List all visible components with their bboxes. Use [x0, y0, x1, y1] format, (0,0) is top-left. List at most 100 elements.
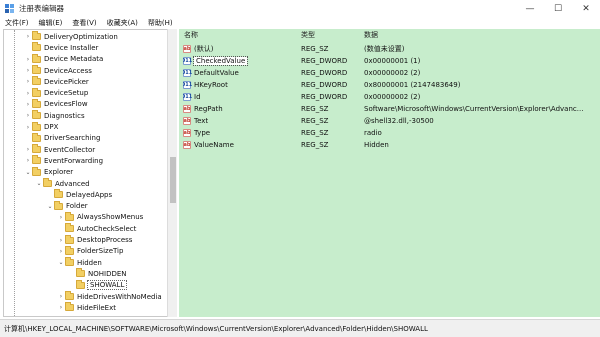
- folder-icon: [32, 144, 41, 154]
- value-row[interactable]: ab RegPath REG_SZ Software\Microsoft\Window…: [179, 103, 600, 115]
- value-type: REG_SZ: [301, 105, 329, 113]
- tree-item[interactable]: ⌄ Advanced: [35, 178, 90, 189]
- tree-item[interactable]: ⌄ Hidden: [57, 257, 102, 268]
- value-data: 0x00000002 (2): [364, 93, 421, 101]
- value-name: DefaultValue: [194, 69, 239, 77]
- value-name-cell: ab Type: [183, 127, 299, 139]
- tree-item[interactable]: › HideFileExt: [57, 302, 116, 313]
- tree-item-label: AlwaysShowMenus: [77, 213, 144, 222]
- value-row[interactable]: 011 Id REG_DWORD 0x00000002 (2): [179, 91, 600, 103]
- expand-chevron-icon[interactable]: ›: [24, 146, 32, 153]
- folder-icon: [76, 268, 85, 278]
- expand-chevron-icon[interactable]: ›: [24, 112, 32, 119]
- tree-item[interactable]: › DevicePicker: [24, 76, 89, 87]
- tree-item[interactable]: SHOWALL: [68, 279, 128, 291]
- value-name-cell: ab Text: [183, 115, 299, 127]
- expand-chevron-icon[interactable]: ›: [24, 56, 32, 63]
- folder-icon: [65, 257, 74, 267]
- value-row[interactable]: ab Text REG_SZ @shell32.dll,-30500: [179, 115, 600, 127]
- expand-chevron-icon[interactable]: ›: [57, 214, 65, 221]
- folder-icon: [32, 53, 41, 63]
- minimize-button[interactable]: —: [516, 0, 544, 17]
- folder-icon: [32, 132, 41, 142]
- expand-chevron-icon[interactable]: ›: [24, 157, 32, 164]
- tree-item[interactable]: DelayedApps: [46, 189, 112, 200]
- value-name-cell: ab RegPath: [183, 103, 299, 115]
- tree-item-label: FolderSizeTip: [77, 247, 124, 256]
- collapse-chevron-icon[interactable]: ⌄: [57, 259, 65, 266]
- folder-icon: [32, 42, 41, 52]
- tree-item[interactable]: › DeviceAccess: [24, 65, 92, 76]
- maximize-button[interactable]: ☐: [544, 0, 572, 17]
- menu-file[interactable]: 文件(F): [5, 18, 29, 28]
- column-header-name[interactable]: 名称: [184, 29, 198, 40]
- tree-item[interactable]: Device Installer: [24, 42, 98, 53]
- tree-item[interactable]: ⌄ Explorer: [24, 166, 73, 178]
- value-name: Type: [194, 129, 211, 137]
- value-row[interactable]: 011 DefaultValue REG_DWORD 0x00000002 (2): [179, 67, 600, 79]
- expand-chevron-icon[interactable]: ›: [57, 248, 65, 255]
- column-header-data[interactable]: 数据: [364, 29, 378, 40]
- tree-item[interactable]: › EventForwarding: [24, 155, 103, 166]
- status-key-path: 计算机\HKEY_LOCAL_MACHINE\SOFTWARE\Microsof…: [4, 324, 428, 333]
- value-row[interactable]: ab Type REG_SZ radio: [179, 127, 600, 139]
- tree-item[interactable]: › DPX: [24, 121, 58, 132]
- value-data: Hidden: [364, 141, 389, 149]
- tree-item[interactable]: DriverSearching: [24, 132, 100, 144]
- value-type: REG_DWORD: [301, 57, 348, 65]
- value-row[interactable]: ab ValueName REG_SZ Hidden: [179, 139, 600, 151]
- value-data: radio: [364, 129, 382, 137]
- expand-chevron-icon[interactable]: ›: [57, 304, 65, 311]
- folder-icon: [65, 211, 74, 221]
- tree-item[interactable]: AutoCheckSelect: [57, 223, 136, 234]
- value-row[interactable]: 011 CheckedValue REG_DWORD 0x00000001 (1): [179, 55, 600, 67]
- folder-icon: [32, 65, 41, 75]
- column-header-type[interactable]: 类型: [301, 29, 315, 40]
- menu-view[interactable]: 查看(V): [72, 18, 96, 28]
- value-name-cell: 011 DefaultValue: [183, 67, 299, 79]
- tree-item[interactable]: NOHIDDEN: [68, 268, 127, 279]
- expand-chevron-icon[interactable]: ›: [24, 78, 32, 85]
- tree-item[interactable]: › EventCollector: [24, 144, 95, 155]
- binary-value-icon: 011: [183, 81, 193, 89]
- tree-scrollbar[interactable]: [167, 29, 177, 317]
- collapse-chevron-icon[interactable]: ⌄: [24, 169, 32, 176]
- expand-chevron-icon[interactable]: ›: [24, 101, 32, 108]
- expand-chevron-icon[interactable]: ›: [24, 124, 32, 131]
- tree-item[interactable]: › DeviceSetup: [24, 87, 88, 99]
- tree-item[interactable]: › FolderSizeTip: [57, 245, 124, 257]
- close-button[interactable]: ✕: [572, 0, 600, 17]
- tree-scrollbar-thumb[interactable]: [170, 157, 176, 203]
- registry-key-tree[interactable]: › DeliveryOptimization Device Installer › De…: [3, 29, 177, 317]
- value-name-cell: 011 CheckedValue: [183, 55, 299, 67]
- tree-item[interactable]: › Device Metadata: [24, 53, 103, 65]
- tree-item[interactable]: › HideDrivesWithNoMedia: [57, 291, 162, 302]
- collapse-chevron-icon[interactable]: ⌄: [35, 180, 43, 187]
- tree-item[interactable]: › DesktopProcess: [57, 234, 132, 245]
- value-type: REG_SZ: [301, 117, 329, 125]
- tree-item[interactable]: ⌄ Folder: [46, 200, 88, 212]
- value-type: REG_DWORD: [301, 93, 348, 101]
- menu-favorites[interactable]: 收藏夹(A): [107, 18, 138, 28]
- expand-chevron-icon[interactable]: ›: [24, 33, 32, 40]
- menu-help[interactable]: 帮助(H): [148, 18, 173, 28]
- tree-item[interactable]: › AlwaysShowMenus: [57, 211, 144, 223]
- collapse-chevron-icon[interactable]: ⌄: [46, 203, 54, 210]
- folder-icon: [54, 200, 63, 210]
- folder-icon: [32, 110, 41, 120]
- expand-chevron-icon[interactable]: ›: [24, 90, 32, 97]
- value-data: 0x00000001 (1): [364, 57, 421, 65]
- expand-chevron-icon[interactable]: ›: [57, 293, 65, 300]
- value-row[interactable]: ab (默认) REG_SZ (数值未设置): [179, 43, 600, 55]
- tree-item[interactable]: › Diagnostics: [24, 110, 85, 121]
- folder-icon: [65, 302, 74, 312]
- menu-bar: 文件(F) 编辑(E) 查看(V) 收藏夹(A) 帮助(H): [0, 17, 600, 29]
- folder-icon: [32, 121, 41, 131]
- value-name-cell: 011 Id: [183, 91, 299, 103]
- expand-chevron-icon[interactable]: ›: [24, 67, 32, 74]
- expand-chevron-icon[interactable]: ›: [57, 237, 65, 244]
- menu-edit[interactable]: 编辑(E): [39, 18, 63, 28]
- tree-item[interactable]: › DeliveryOptimization: [24, 31, 118, 42]
- value-row[interactable]: 011 HKeyRoot REG_DWORD 0x80000001 (21474836…: [179, 79, 600, 91]
- tree-item[interactable]: › DevicesFlow: [24, 98, 88, 110]
